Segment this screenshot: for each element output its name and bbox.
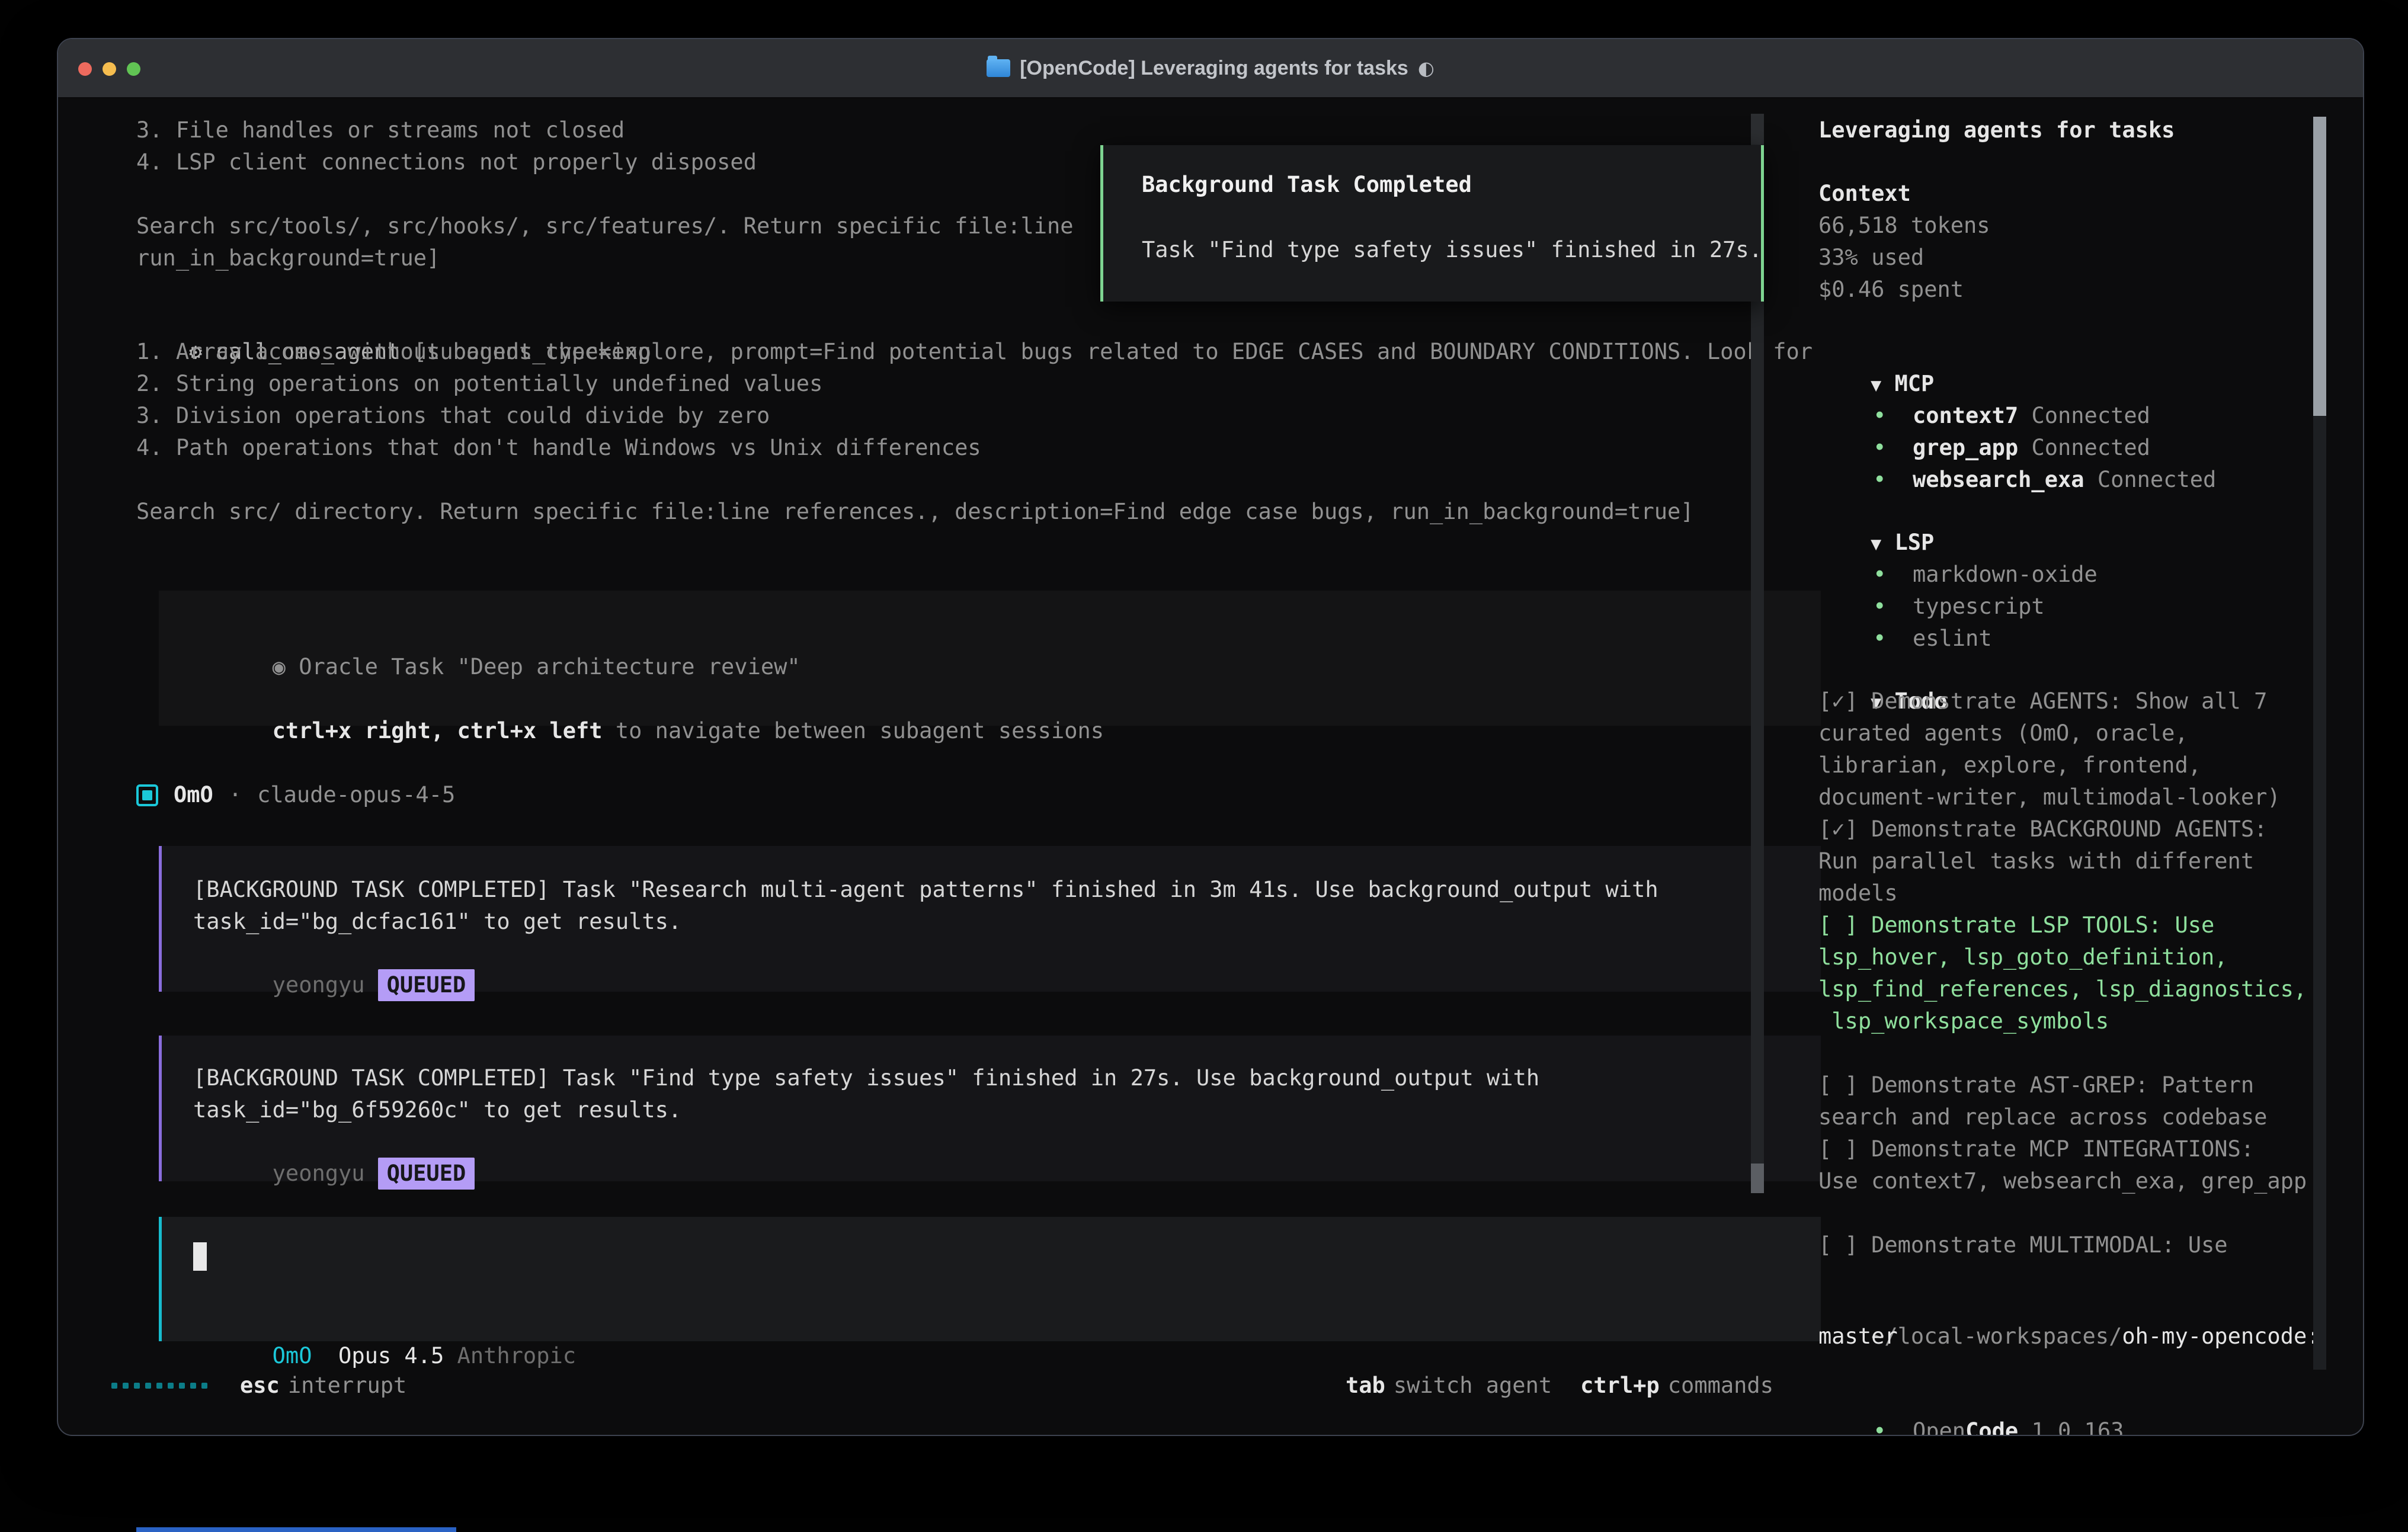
todo-line-active: lsp_workspace_symbols [1818, 1005, 2109, 1037]
status-bullet-icon: • [1873, 1418, 1886, 1436]
todo-line: [ ] Demonstrate MCP INTEGRATIONS: [1818, 1133, 2254, 1165]
status-bar: esc interrupt tab switch agent ctrl+p co… [111, 1370, 1773, 1402]
workspace-repo: oh-my-opencode: [2122, 1323, 2320, 1349]
status-bullet-icon: • [1873, 467, 1886, 492]
task-event-line2: task_id="bg_dcfac161" to get results. [193, 906, 681, 938]
todo-line: search and replace across codebase [1818, 1101, 2267, 1133]
tab-label: switch agent [1394, 1370, 1552, 1402]
history-line: 3. File handles or streams not closed [136, 114, 625, 146]
window-titlebar: [OpenCode] Leveraging agents for tasks ◐ [58, 39, 2363, 98]
app-name-prefix: Open [1913, 1418, 1965, 1436]
task-event-meta: yeongyu QUEUED [193, 1126, 475, 1222]
input-model[interactable]: Opus 4.5 [338, 1343, 444, 1368]
close-window-button[interactable] [78, 62, 92, 76]
task-event-line1: [BACKGROUND TASK COMPLETED] Task "Resear… [193, 874, 1658, 906]
task-event-card: [BACKGROUND TASK COMPLETED] Task "Find t… [159, 1036, 1821, 1181]
agent-header[interactable]: OmO · claude-opus-4-5 [136, 779, 455, 811]
history-line: Search src/tools/, src/hooks/, src/featu… [136, 210, 1074, 242]
window-title-row: [OpenCode] Leveraging agents for tasks ◐ [987, 57, 1434, 80]
window-title: [OpenCode] Leveraging agents for tasks [1020, 57, 1408, 80]
task-event-line2: task_id="bg_6f59260c" to get results. [193, 1094, 681, 1126]
prompt-input-panel[interactable]: OmO Opus 4.5 Anthropic [159, 1217, 1821, 1341]
task-event-user: yeongyu [273, 972, 365, 998]
tool-call-line: 2. String operations on potentially unde… [136, 368, 822, 400]
record-icon: ◉ [273, 654, 286, 680]
window-controls [78, 62, 140, 76]
toast-title: Background Task Completed [1142, 169, 1472, 201]
toast-notification[interactable]: Background Task Completed Task "Find typ… [1100, 145, 1764, 302]
esc-label: interrupt [288, 1370, 406, 1402]
keyboard-hints-right: tab switch agent ctrl+p commands [1346, 1370, 1773, 1402]
hint-keys: ctrl+x right, ctrl+x left [273, 718, 603, 743]
text-cursor [193, 1242, 207, 1271]
todo-line: Use context7, websearch_exa, grep_app [1818, 1165, 2307, 1197]
workspace-path-prefix: ~/local-workspaces/ [1871, 1323, 2122, 1349]
app-version: 1.0.163 [2031, 1418, 2124, 1436]
history-line: 4. LSP client connections not properly d… [136, 146, 757, 178]
hint-text: to navigate between subagent sessions [603, 718, 1104, 743]
context-tokens: 66,518 tokens [1818, 210, 1990, 242]
commands-key-hint: ctrl+p [1580, 1370, 1660, 1402]
task-event-card: [BACKGROUND TASK COMPLETED] Task "Resear… [159, 846, 1821, 992]
todo-line: librarian, explore, frontend, [1818, 749, 2201, 781]
todo-line: models [1818, 877, 1898, 909]
spinner-dots [111, 1370, 207, 1402]
workspace-branch: master [1818, 1321, 1898, 1352]
app-name-suffix: Code [1965, 1418, 2018, 1436]
oracle-task-title: Oracle Task "Deep architecture review" [299, 654, 800, 680]
queued-badge: QUEUED [378, 969, 475, 1001]
agent-model: claude-opus-4-5 [257, 779, 455, 811]
tool-call-line: 3. Division operations that could divide… [136, 400, 770, 432]
desktop-accent-strip [136, 1527, 456, 1532]
todo-line: Run parallel tasks with different [1818, 845, 2254, 877]
tool-call-line: 1. Array access without bounds checking [136, 336, 651, 368]
todo-line: [✓] Demonstrate AGENTS: Show all 7 [1818, 685, 2267, 717]
status-bullet-icon: • [1873, 626, 1886, 651]
input-agent-name[interactable]: OmO [273, 1343, 312, 1368]
app-version-row: • OpenCode 1.0.163 [1820, 1383, 2124, 1436]
toast-body: Task "Find type safety issues" finished … [1142, 234, 1762, 266]
task-event-meta: yeongyu QUEUED [193, 937, 475, 1033]
chat-scrollbar-thumb[interactable] [1751, 1164, 1764, 1193]
todo-line: [ ] Demonstrate MULTIMODAL: Use [1818, 1229, 2228, 1261]
folder-icon [987, 59, 1010, 77]
desktop: { "window": { "title": "[OpenCode] Lever… [0, 0, 2408, 1532]
sidebar-scrollbar-thumb[interactable] [2313, 117, 2326, 416]
omo-agent-icon [136, 784, 158, 806]
tab-key-hint: tab [1346, 1370, 1385, 1402]
task-event-line1: [BACKGROUND TASK COMPLETED] Task "Find t… [193, 1062, 1539, 1094]
tool-call-line: 4. Path operations that don't handle Win… [136, 432, 981, 464]
sidebar-session-title: Leveraging agents for tasks [1818, 114, 2175, 146]
todo-line-active: [ ] Demonstrate LSP TOOLS: Use [1818, 909, 2214, 941]
todo-line: [✓] Demonstrate BACKGROUND AGENTS: [1818, 813, 2267, 845]
history-line: run_in_background=true] [136, 242, 440, 274]
todo-line-active: lsp_find_references, lsp_diagnostics, [1818, 973, 2307, 1005]
minimize-window-button[interactable] [103, 62, 116, 76]
oracle-task-hint: ctrl+x right, ctrl+x left to navigate be… [193, 683, 1104, 779]
zoom-window-button[interactable] [127, 62, 140, 76]
input-provider: Anthropic [457, 1343, 576, 1368]
todo-line-active: lsp_hover, lsp_goto_definition, [1818, 941, 2228, 973]
todo-line: document-writer, multimodal-looker) [1818, 781, 2281, 813]
oracle-task-panel: ◉ Oracle Task "Deep architecture review"… [159, 591, 1821, 726]
agent-name: OmO [174, 779, 213, 811]
dot-separator: · [229, 779, 242, 811]
commands-label: commands [1668, 1370, 1773, 1402]
context-used: 33% used [1818, 242, 1924, 274]
mcp-item-name: websearch_exa [1913, 467, 2084, 492]
context-spent: $0.46 spent [1818, 274, 1964, 306]
sidebar-context-header: Context [1818, 178, 1911, 210]
todo-line: [ ] Demonstrate AST-GREP: Pattern [1818, 1069, 2254, 1101]
mcp-item-status: Connected [2098, 467, 2216, 492]
task-event-user: yeongyu [273, 1161, 365, 1186]
terminal-window: [OpenCode] Leveraging agents for tasks ◐… [57, 38, 2364, 1436]
chat-scrollbar-segment[interactable] [1751, 114, 1764, 145]
half-circle-icon: ◐ [1418, 57, 1434, 79]
todo-line: curated agents (OmO, oracle, [1818, 717, 2188, 749]
tool-call-line: Search src/ directory. Return specific f… [136, 496, 1694, 528]
queued-badge: QUEUED [378, 1158, 475, 1190]
lsp-item-name: eslint [1913, 626, 1992, 651]
esc-key-hint: esc [240, 1370, 280, 1402]
